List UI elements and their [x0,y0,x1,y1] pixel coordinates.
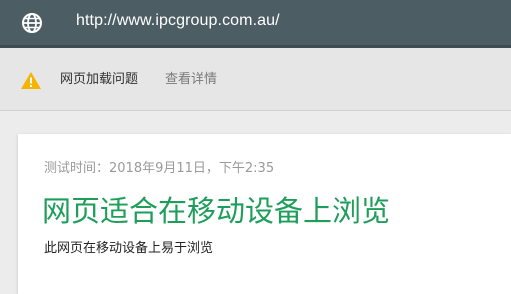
mobile-friendly-result-card: 测试时间：2018年9月11日，下午2:35 网页适合在移动设备上浏览 此网页在… [18,134,511,294]
page-load-issue-bar: 网页加载问题 查看详情 [0,48,511,111]
address-bar: http://www.ipcgroup.com.au/ [0,0,511,48]
globe-icon [21,12,43,34]
warning-icon [20,71,42,90]
page-load-issue-label: 网页加载问题 [60,72,139,87]
result-title: 网页适合在移动设备上浏览 [42,194,391,228]
view-details-link[interactable]: 查看详情 [165,71,217,89]
result-description: 此网页在移动设备上易于浏览 [44,241,214,256]
test-time: 测试时间：2018年9月11日，下午2:35 [44,161,275,176]
url-text[interactable]: http://www.ipcgroup.com.au/ [76,9,280,33]
